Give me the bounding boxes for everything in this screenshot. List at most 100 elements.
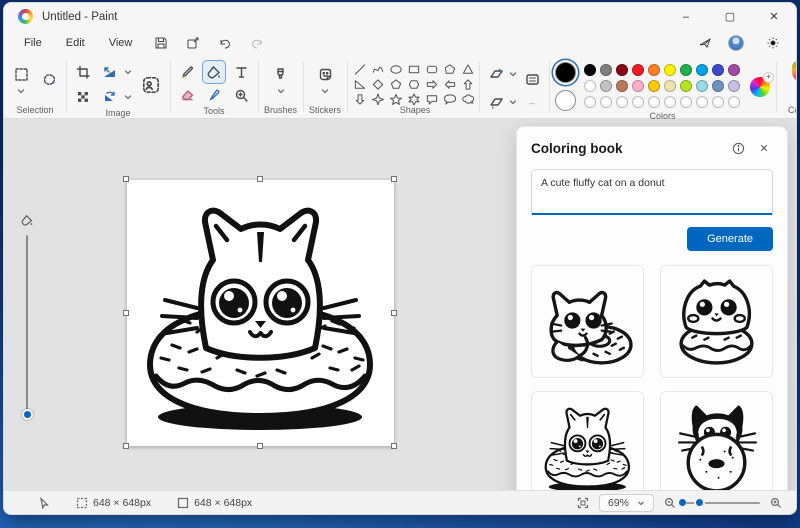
brush-icon[interactable] xyxy=(270,63,292,85)
empty-color-swatch[interactable] xyxy=(648,95,661,108)
slider-track[interactable] xyxy=(26,235,28,413)
thickness-icon[interactable] xyxy=(521,68,543,90)
shape-callout-cloud-icon[interactable] xyxy=(461,93,475,105)
shape-hexagon-icon[interactable] xyxy=(407,78,421,91)
zoom-level-dropdown[interactable]: 69% xyxy=(598,493,654,512)
shape-star-four-icon[interactable] xyxy=(371,93,385,105)
color-swatch[interactable] xyxy=(616,63,629,76)
prompt-input[interactable]: A cute fluffy cat on a donut xyxy=(531,169,773,215)
maximize-button[interactable]: ▢ xyxy=(708,3,752,30)
chevron-down-icon[interactable] xyxy=(277,87,285,95)
color-swatch[interactable] xyxy=(680,63,693,76)
color-swatch[interactable] xyxy=(648,79,661,92)
minimize-button[interactable]: – xyxy=(664,3,708,30)
save-icon[interactable] xyxy=(148,33,174,52)
shape-star-six-icon[interactable] xyxy=(407,93,421,105)
color-swatch[interactable] xyxy=(680,79,693,92)
pencil-icon[interactable] xyxy=(176,61,198,83)
empty-color-swatch[interactable] xyxy=(600,95,613,108)
tool-size-slider[interactable] xyxy=(18,214,36,420)
menu-file[interactable]: File xyxy=(14,34,52,52)
shape-triangle-icon[interactable] xyxy=(461,63,475,76)
shape-callout-rounded-icon[interactable] xyxy=(425,93,439,105)
close-icon[interactable]: ✕ xyxy=(755,139,773,157)
menu-view[interactable]: View xyxy=(99,34,143,52)
pattern-icon[interactable] xyxy=(72,86,94,108)
shape-curve-icon[interactable] xyxy=(371,63,385,76)
shape-arrow-left-icon[interactable] xyxy=(443,78,457,91)
freeform-select-icon[interactable] xyxy=(38,68,60,90)
menu-edit[interactable]: Edit xyxy=(56,34,95,52)
color-swatch[interactable] xyxy=(664,63,677,76)
thumbnail-1[interactable] xyxy=(531,265,644,378)
selection-handle[interactable] xyxy=(257,443,263,449)
eyedropper-icon[interactable] xyxy=(203,84,225,106)
color1-swatch[interactable] xyxy=(555,62,577,83)
shape-arrow-right-icon[interactable] xyxy=(425,78,439,91)
chevron-down-icon[interactable] xyxy=(124,68,132,76)
account-avatar[interactable] xyxy=(728,34,744,51)
feedback-icon[interactable] xyxy=(692,33,718,52)
color-swatch[interactable] xyxy=(712,63,725,76)
fit-to-screen-icon[interactable] xyxy=(577,497,589,509)
thumbnail-2[interactable] xyxy=(660,265,773,378)
settings-gear-icon[interactable] xyxy=(760,33,786,52)
empty-color-swatch[interactable] xyxy=(728,95,741,108)
zoom-slider[interactable] xyxy=(679,497,760,508)
empty-color-swatch[interactable] xyxy=(584,95,597,108)
color-swatch[interactable] xyxy=(696,63,709,76)
color-swatch[interactable] xyxy=(648,63,661,76)
zoom-out-icon[interactable] xyxy=(664,497,676,509)
color-swatch[interactable] xyxy=(584,63,597,76)
selection-handle[interactable] xyxy=(123,310,129,316)
color-swatch[interactable] xyxy=(600,63,613,76)
color-swatch[interactable] xyxy=(712,79,725,92)
text-icon[interactable] xyxy=(230,61,252,83)
shape-callout-oval-icon[interactable] xyxy=(443,93,457,105)
selection-handle[interactable] xyxy=(391,443,397,449)
shape-rectangle-icon[interactable] xyxy=(407,63,421,76)
zoom-slider-thumb[interactable] xyxy=(694,497,705,508)
share-icon[interactable] xyxy=(180,33,206,52)
selection-handle[interactable] xyxy=(123,176,129,182)
empty-color-swatch[interactable] xyxy=(616,95,629,108)
color-swatch[interactable] xyxy=(664,79,677,92)
shape-arrow-up-icon[interactable] xyxy=(461,78,475,91)
selection-handle[interactable] xyxy=(391,176,397,182)
slider-thumb[interactable] xyxy=(21,409,33,420)
color-swatch[interactable] xyxy=(632,63,645,76)
thumbnail-3[interactable] xyxy=(531,391,644,490)
chevron-down-icon[interactable] xyxy=(17,87,25,95)
selection-handle[interactable] xyxy=(123,443,129,449)
empty-color-swatch[interactable] xyxy=(664,95,677,108)
close-button[interactable]: ✕ xyxy=(752,3,796,30)
color-swatch[interactable] xyxy=(728,63,741,76)
info-icon[interactable] xyxy=(729,139,747,157)
shape-ellipse-icon[interactable] xyxy=(389,63,403,76)
shape-diamond-icon[interactable] xyxy=(371,78,385,91)
sticker-icon[interactable] xyxy=(314,63,336,85)
chevron-down-icon[interactable] xyxy=(509,70,517,78)
fill-bucket-icon[interactable] xyxy=(202,60,226,84)
chevron-down-icon[interactable] xyxy=(124,93,132,101)
shape-line-icon[interactable] xyxy=(353,63,367,76)
color-swatch[interactable] xyxy=(728,79,741,92)
shape-rounded-rectangle-icon[interactable] xyxy=(425,63,439,76)
empty-color-swatch[interactable] xyxy=(712,95,725,108)
thumbnail-4[interactable] xyxy=(660,391,773,490)
drawing-canvas[interactable] xyxy=(127,180,394,446)
copilot-icon[interactable] xyxy=(791,61,796,82)
color-swatch[interactable] xyxy=(696,79,709,92)
color-swatch[interactable] xyxy=(632,79,645,92)
empty-color-swatch[interactable] xyxy=(632,95,645,108)
remove-background-icon[interactable] xyxy=(138,72,164,98)
shape-star-five-icon[interactable] xyxy=(389,93,403,105)
resize-icon[interactable] xyxy=(98,61,120,83)
shape-polygon-icon[interactable] xyxy=(443,63,457,76)
color-swatch[interactable] xyxy=(600,79,613,92)
undo-icon[interactable] xyxy=(212,33,238,52)
color2-swatch[interactable] xyxy=(555,90,577,111)
zoom-in-icon[interactable] xyxy=(770,497,782,509)
selection-handle[interactable] xyxy=(391,310,397,316)
edit-colors-icon[interactable] xyxy=(750,71,775,97)
